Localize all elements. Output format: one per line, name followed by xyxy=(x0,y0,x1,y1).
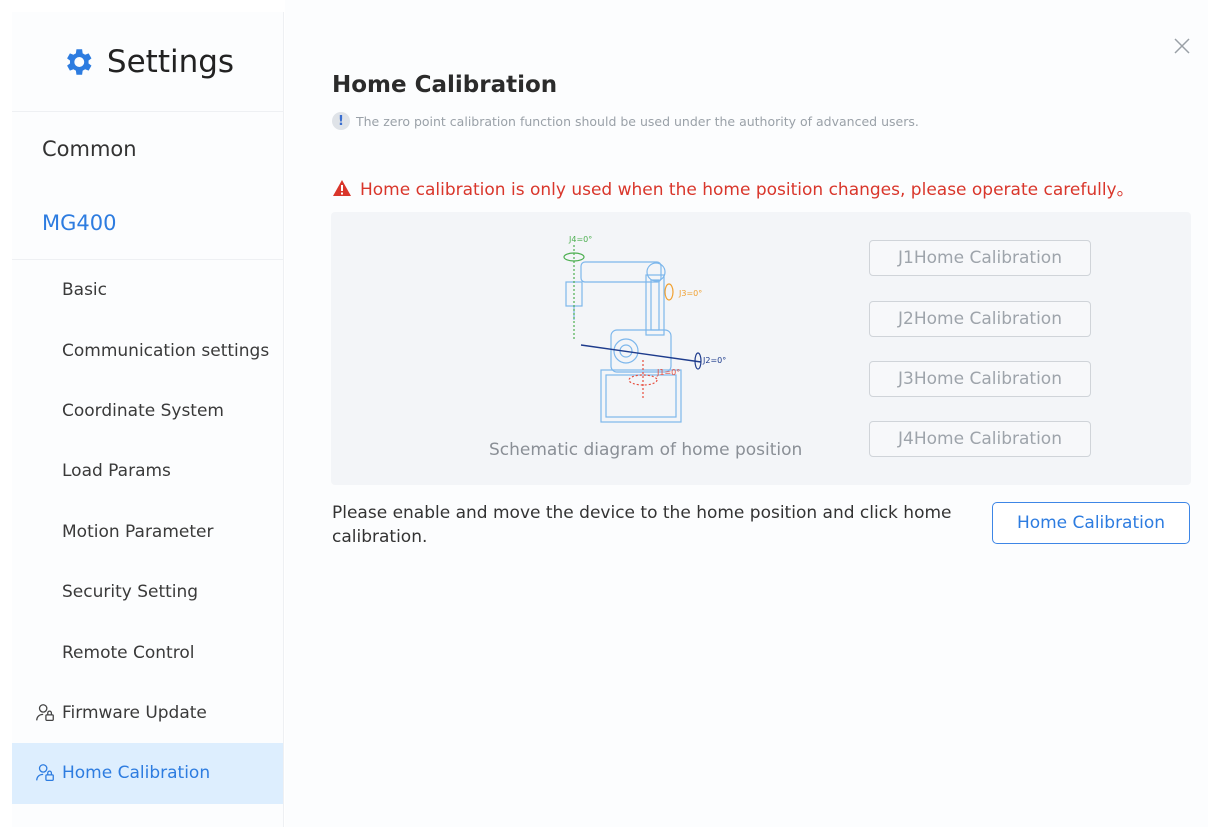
robot-arm-diagram: J4=0° J3=0° J2=0° J1=0° xyxy=(563,235,726,423)
instruction-text: Please enable and move the device to the… xyxy=(332,503,952,547)
sidebar-item-load-params[interactable]: Load Params xyxy=(12,441,283,501)
gear-icon xyxy=(67,48,92,75)
sidebar-header: Settings xyxy=(12,12,283,112)
settings-title: Settings xyxy=(106,43,235,80)
user-lock-icon xyxy=(36,704,54,721)
j2-home-calibration-button[interactable]: J2Home Calibration xyxy=(869,301,1091,337)
sidebar-item-remote-control[interactable]: Remote Control xyxy=(12,622,283,682)
warning-icon xyxy=(333,179,351,196)
calibration-panel: J4=0° J3=0° J2=0° J1=0° Schematic diagra… xyxy=(331,212,1191,485)
section-mg400[interactable]: MG400 xyxy=(12,186,283,260)
j1-label: J1=0° xyxy=(656,368,680,377)
j4-home-calibration-button[interactable]: J4Home Calibration xyxy=(869,421,1091,457)
j2-label: J2=0° xyxy=(702,356,726,365)
sidebar-item-coordinate-system[interactable]: Coordinate System xyxy=(12,381,283,441)
sidebar-item-firmware-update[interactable]: Firmware Update xyxy=(12,683,283,743)
close-icon[interactable] xyxy=(1172,36,1192,56)
sidebar-item-label: Home Calibration xyxy=(62,763,211,784)
sidebar-item-motion-parameter[interactable]: Motion Parameter xyxy=(12,502,283,562)
warning-text: Home calibration is only used when the h… xyxy=(360,180,1134,200)
diagram-caption: Schematic diagram of home position xyxy=(489,440,803,460)
section-common[interactable]: Common xyxy=(12,112,283,186)
sidebar-item-communication-settings[interactable]: Communication settings xyxy=(12,320,283,380)
j4-label: J4=0° xyxy=(568,235,592,244)
sidebar: Settings Common MG400 Basic Communicatio… xyxy=(12,12,284,827)
j1-home-calibration-button[interactable]: J1Home Calibration xyxy=(869,240,1091,276)
j3-home-calibration-button[interactable]: J3Home Calibration xyxy=(869,361,1091,397)
info-note: ! The zero point calibration function sh… xyxy=(332,112,919,130)
sidebar-item-label: Firmware Update xyxy=(62,702,207,723)
warning-message: Home calibration is only used when the h… xyxy=(332,175,1134,200)
page-title: Home Calibration xyxy=(332,72,558,98)
sidebar-item-home-calibration[interactable]: Home Calibration xyxy=(12,743,283,804)
home-calibration-button[interactable]: Home Calibration xyxy=(992,502,1190,544)
sidebar-item-basic[interactable]: Basic xyxy=(12,260,283,320)
info-icon: ! xyxy=(332,112,350,130)
info-note-text: The zero point calibration function shou… xyxy=(356,113,919,129)
user-lock-icon xyxy=(36,764,54,782)
j3-label: J3=0° xyxy=(678,289,702,298)
sidebar-item-security-setting[interactable]: Security Setting xyxy=(12,562,283,622)
main-panel: Home Calibration ! The zero point calibr… xyxy=(285,0,1208,827)
